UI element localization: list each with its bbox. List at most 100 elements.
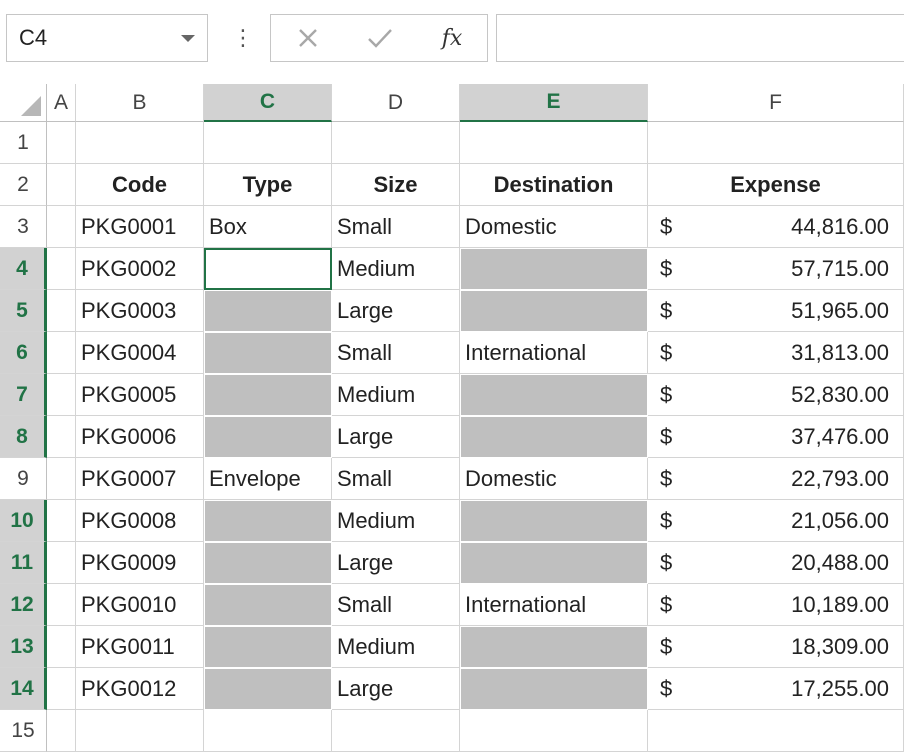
formula-input[interactable] bbox=[496, 14, 904, 62]
name-box[interactable]: C4 bbox=[6, 14, 208, 62]
blank-cell[interactable] bbox=[204, 374, 332, 416]
blank-cell[interactable] bbox=[460, 416, 648, 458]
code-cell[interactable]: PKG0003 bbox=[76, 290, 204, 332]
size-cell[interactable]: Large bbox=[332, 290, 460, 332]
size-cell[interactable]: Medium bbox=[332, 374, 460, 416]
blank-cell[interactable] bbox=[204, 416, 332, 458]
code-cell[interactable]: PKG0009 bbox=[76, 542, 204, 584]
header-type[interactable]: Type bbox=[204, 164, 332, 206]
column-header-a[interactable]: A bbox=[47, 84, 76, 122]
row-header-8[interactable]: 8 bbox=[0, 416, 47, 458]
cell-a12[interactable] bbox=[47, 584, 76, 626]
size-cell[interactable]: Medium bbox=[332, 626, 460, 668]
blank-cell[interactable] bbox=[460, 290, 648, 332]
row-header-15[interactable]: 15 bbox=[0, 710, 47, 752]
code-cell[interactable]: PKG0002 bbox=[76, 248, 204, 290]
destination-cell[interactable]: International bbox=[460, 584, 648, 626]
column-header-f[interactable]: F bbox=[648, 84, 904, 122]
row-header-3[interactable]: 3 bbox=[0, 206, 47, 248]
cell-a15[interactable] bbox=[47, 710, 76, 752]
row-header-9[interactable]: 9 bbox=[0, 458, 47, 500]
cell-a6[interactable] bbox=[47, 332, 76, 374]
cell-b1[interactable] bbox=[76, 122, 204, 164]
size-cell[interactable]: Large bbox=[332, 668, 460, 710]
row-header-6[interactable]: 6 bbox=[0, 332, 47, 374]
cell-a8[interactable] bbox=[47, 416, 76, 458]
blank-cell[interactable] bbox=[460, 248, 648, 290]
code-cell[interactable]: PKG0006 bbox=[76, 416, 204, 458]
cell-a7[interactable] bbox=[47, 374, 76, 416]
blank-cell[interactable] bbox=[204, 500, 332, 542]
cell-c15[interactable] bbox=[204, 710, 332, 752]
row-header-10[interactable]: 10 bbox=[0, 500, 47, 542]
cell-e15[interactable] bbox=[460, 710, 648, 752]
cell-a1[interactable] bbox=[47, 122, 76, 164]
header-size[interactable]: Size bbox=[332, 164, 460, 206]
expense-cell[interactable]: $17,255.00 bbox=[648, 668, 904, 710]
blank-cell[interactable] bbox=[460, 500, 648, 542]
code-cell[interactable]: PKG0010 bbox=[76, 584, 204, 626]
cell-a5[interactable] bbox=[47, 290, 76, 332]
size-cell[interactable]: Small bbox=[332, 332, 460, 374]
code-cell[interactable]: PKG0001 bbox=[76, 206, 204, 248]
expense-cell[interactable]: $10,189.00 bbox=[648, 584, 904, 626]
expense-cell[interactable]: $22,793.00 bbox=[648, 458, 904, 500]
expense-cell[interactable]: $44,816.00 bbox=[648, 206, 904, 248]
header-expense[interactable]: Expense bbox=[648, 164, 904, 206]
size-cell[interactable]: Small bbox=[332, 458, 460, 500]
destination-cell[interactable]: Domestic bbox=[460, 458, 648, 500]
blank-cell[interactable] bbox=[460, 542, 648, 584]
cell-f15[interactable] bbox=[648, 710, 904, 752]
expense-cell[interactable]: $37,476.00 bbox=[648, 416, 904, 458]
cell-d15[interactable] bbox=[332, 710, 460, 752]
expense-cell[interactable]: $57,715.00 bbox=[648, 248, 904, 290]
cell-a9[interactable] bbox=[47, 458, 76, 500]
cell-a2[interactable] bbox=[47, 164, 76, 206]
cell-e1[interactable] bbox=[460, 122, 648, 164]
cancel-icon[interactable] bbox=[283, 15, 333, 61]
size-cell[interactable]: Large bbox=[332, 542, 460, 584]
row-header-4[interactable]: 4 bbox=[0, 248, 47, 290]
code-cell[interactable]: PKG0004 bbox=[76, 332, 204, 374]
destination-cell[interactable]: International bbox=[460, 332, 648, 374]
column-header-c[interactable]: C bbox=[204, 84, 332, 122]
blank-cell[interactable] bbox=[204, 542, 332, 584]
cell-a4[interactable] bbox=[47, 248, 76, 290]
size-cell[interactable]: Medium bbox=[332, 248, 460, 290]
size-cell[interactable]: Large bbox=[332, 416, 460, 458]
row-header-1[interactable]: 1 bbox=[0, 122, 47, 164]
cell-c1[interactable] bbox=[204, 122, 332, 164]
header-code[interactable]: Code bbox=[76, 164, 204, 206]
type-cell[interactable]: Envelope bbox=[204, 458, 332, 500]
column-header-b[interactable]: B bbox=[76, 84, 204, 122]
expense-cell[interactable]: $51,965.00 bbox=[648, 290, 904, 332]
size-cell[interactable]: Small bbox=[332, 206, 460, 248]
cell-a10[interactable] bbox=[47, 500, 76, 542]
row-header-13[interactable]: 13 bbox=[0, 626, 47, 668]
size-cell[interactable]: Small bbox=[332, 584, 460, 626]
cell-a3[interactable] bbox=[47, 206, 76, 248]
vertical-dots-icon[interactable]: ⋮ bbox=[232, 24, 254, 52]
header-destination[interactable]: Destination bbox=[460, 164, 648, 206]
fx-icon[interactable]: fx bbox=[427, 15, 477, 61]
blank-cell[interactable] bbox=[204, 584, 332, 626]
code-cell[interactable]: PKG0005 bbox=[76, 374, 204, 416]
cell-a11[interactable] bbox=[47, 542, 76, 584]
expense-cell[interactable]: $21,056.00 bbox=[648, 500, 904, 542]
column-header-d[interactable]: D bbox=[332, 84, 460, 122]
row-header-14[interactable]: 14 bbox=[0, 668, 47, 710]
cell-b15[interactable] bbox=[76, 710, 204, 752]
row-header-5[interactable]: 5 bbox=[0, 290, 47, 332]
blank-cell[interactable] bbox=[460, 668, 648, 710]
code-cell[interactable]: PKG0012 bbox=[76, 668, 204, 710]
destination-cell[interactable]: Domestic bbox=[460, 206, 648, 248]
blank-cell[interactable] bbox=[460, 374, 648, 416]
chevron-down-icon[interactable] bbox=[181, 35, 195, 42]
check-icon[interactable] bbox=[355, 15, 405, 61]
blank-cell[interactable] bbox=[204, 668, 332, 710]
blank-cell[interactable] bbox=[460, 626, 648, 668]
code-cell[interactable]: PKG0011 bbox=[76, 626, 204, 668]
select-all-corner[interactable] bbox=[0, 84, 47, 122]
cell-a14[interactable] bbox=[47, 668, 76, 710]
cell-d1[interactable] bbox=[332, 122, 460, 164]
